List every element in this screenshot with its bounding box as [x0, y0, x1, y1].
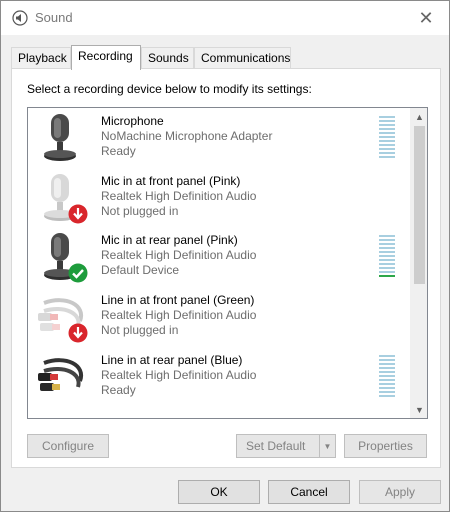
device-info: Mic in at front panel (Pink) Realtek Hig… [101, 174, 256, 219]
level-meter-bar [379, 156, 395, 158]
close-button[interactable]: ✕ [403, 1, 449, 35]
device-row[interactable]: Line in at front panel (Green) Realtek H… [28, 287, 410, 347]
tab-sounds[interactable]: Sounds [141, 47, 194, 69]
level-meter-bar-active [379, 275, 395, 277]
level-meter-bar [379, 148, 395, 150]
vertical-scrollbar[interactable]: ▲ ▼ [410, 108, 427, 418]
device-row[interactable]: Mic in at rear panel (Pink) Realtek High… [28, 227, 410, 287]
device-name: Line in at front panel (Green) [101, 293, 255, 307]
device-status: Default Device [101, 263, 180, 277]
device-name: Mic in at front panel (Pink) [101, 174, 241, 188]
tab-recording[interactable]: Recording [71, 45, 141, 70]
level-meter-bar [379, 120, 395, 122]
device-status: Not plugged in [101, 323, 179, 337]
device-driver: Realtek High Definition Audio [101, 308, 257, 322]
level-meter-bar [379, 124, 395, 126]
device-driver: NoMachine Microphone Adapter [101, 129, 273, 143]
window-title: Sound [35, 10, 73, 25]
microphone-icon [44, 114, 76, 161]
level-meter-bar [379, 152, 395, 154]
chevron-down-icon[interactable]: ▼ [319, 435, 335, 457]
unplugged-badge-icon [68, 323, 88, 343]
level-meter-bar [379, 359, 395, 361]
level-meter-bar [379, 395, 395, 397]
level-meter-bar [379, 251, 395, 253]
level-meter-bar [379, 375, 395, 377]
set-default-label: Set Default [246, 439, 306, 453]
device-row[interactable]: Microphone NoMachine Microphone Adapter … [28, 108, 410, 168]
title-bar: Sound ✕ [1, 1, 449, 35]
level-meter-bar [379, 387, 395, 389]
configure-button[interactable]: Configure [27, 434, 109, 458]
level-meter-bar [379, 136, 395, 138]
level-meter-bar [379, 259, 395, 261]
sound-dialog: Sound ✕ Playback Recording Sounds Commun… [0, 0, 450, 512]
device-status: Ready [101, 144, 136, 158]
level-meter-bar [379, 239, 395, 241]
level-meter-bar [379, 355, 395, 357]
device-name: Line in at rear panel (Blue) [101, 353, 243, 367]
level-meter [379, 355, 395, 401]
device-info: Line in at rear panel (Blue) Realtek Hig… [101, 353, 256, 398]
device-info: Mic in at rear panel (Pink) Realtek High… [101, 233, 256, 278]
level-meter-bar [379, 267, 395, 269]
level-meter-bar [379, 371, 395, 373]
level-meter-bar [379, 271, 395, 273]
level-meter-bar [379, 128, 395, 130]
level-meter-bar [379, 255, 395, 257]
level-meter-bar [379, 363, 395, 365]
level-meter-bar [379, 140, 395, 142]
instruction-text: Select a recording device below to modif… [27, 82, 312, 96]
device-info: Line in at front panel (Green) Realtek H… [101, 293, 256, 338]
speaker-icon [12, 10, 28, 26]
device-info: Microphone NoMachine Microphone Adapter … [101, 114, 272, 159]
level-meter-bar [379, 144, 395, 146]
apply-button[interactable]: Apply [359, 480, 441, 504]
level-meter-bar [379, 367, 395, 369]
device-status: Ready [101, 383, 136, 397]
level-meter [379, 235, 395, 281]
device-row[interactable]: Line in at rear panel (Blue) Realtek Hig… [28, 347, 410, 407]
level-meter-bar [379, 235, 395, 237]
level-meter-bar [379, 132, 395, 134]
unplugged-badge-icon [68, 204, 88, 224]
device-row[interactable]: Mic in at front panel (Pink) Realtek Hig… [28, 168, 410, 228]
set-default-button[interactable]: Set Default ▼ [236, 434, 336, 458]
line-in-cable-icon [38, 358, 84, 391]
tab-communications[interactable]: Communications [194, 47, 291, 69]
level-meter-bar [379, 263, 395, 265]
device-driver: Realtek High Definition Audio [101, 248, 257, 262]
device-driver: Realtek High Definition Audio [101, 368, 257, 382]
ok-button[interactable]: OK [178, 480, 260, 504]
properties-button[interactable]: Properties [344, 434, 427, 458]
level-meter-bar [379, 391, 395, 393]
recording-tab-panel: Select a recording device below to modif… [11, 68, 441, 468]
default-device-check-icon [68, 263, 88, 283]
level-meter-bar [379, 243, 395, 245]
scroll-thumb[interactable] [414, 126, 425, 284]
device-status: Not plugged in [101, 204, 179, 218]
device-name: Microphone [101, 114, 164, 128]
level-meter-bar [379, 116, 395, 118]
level-meter-bar [379, 383, 395, 385]
device-name: Mic in at rear panel (Pink) [101, 233, 238, 247]
device-driver: Realtek High Definition Audio [101, 189, 257, 203]
level-meter [379, 116, 395, 162]
level-meter-bar [379, 247, 395, 249]
scroll-up-icon[interactable]: ▲ [411, 108, 427, 125]
tab-playback[interactable]: Playback [11, 47, 71, 69]
cancel-button[interactable]: Cancel [268, 480, 350, 504]
recording-device-list[interactable]: Microphone NoMachine Microphone Adapter … [27, 107, 428, 419]
scroll-down-icon[interactable]: ▼ [411, 401, 427, 418]
level-meter-bar [379, 379, 395, 381]
